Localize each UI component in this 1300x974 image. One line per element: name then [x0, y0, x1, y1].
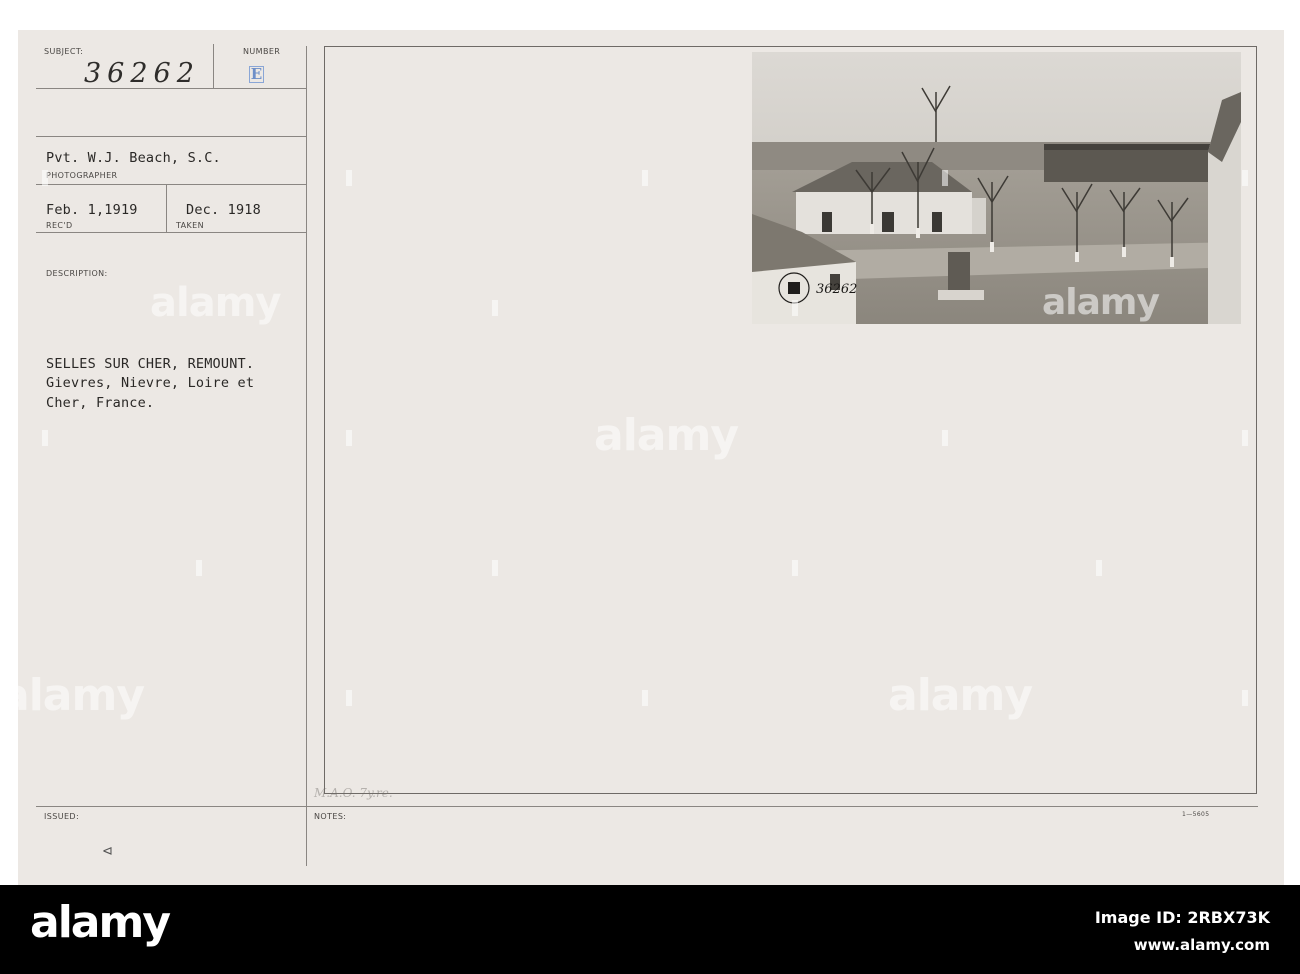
- watermark-tick: [942, 170, 948, 186]
- description-line-1: SELLES SUR CHER, REMOUNT.: [46, 356, 255, 372]
- footer-site: www.alamy.com: [1133, 936, 1270, 954]
- bottom-rule: [36, 806, 1258, 807]
- watermark-2: alamy: [594, 410, 739, 461]
- taken-date: Dec. 1918: [186, 202, 261, 218]
- watermark-tick: [1242, 690, 1248, 706]
- photographer-topline: [36, 136, 306, 137]
- watermark-tick: [346, 430, 352, 446]
- archival-photo: 36262: [752, 52, 1241, 324]
- description-line-3: Cher, France.: [46, 395, 155, 411]
- watermark-tick: [792, 560, 798, 576]
- watermark-tick: [1242, 430, 1248, 446]
- watermark-tick: [346, 690, 352, 706]
- watermark-3: alamy: [888, 670, 1033, 721]
- watermark-tick: [492, 560, 498, 576]
- watermark-1: alamy: [150, 280, 281, 326]
- photographer-underline: [36, 184, 306, 185]
- watermark-tick: [42, 170, 48, 186]
- pump-structure: [948, 252, 970, 292]
- left-column-divider: [306, 46, 307, 866]
- watermark-tick: [492, 300, 498, 316]
- watermark-tick: [1096, 560, 1102, 576]
- watermark-tick: [642, 170, 648, 186]
- footer-image-id: Image ID: 2RBX73K: [1094, 908, 1270, 927]
- number-label: NUMBER: [243, 47, 281, 56]
- corner-mark: ⊲: [102, 844, 113, 859]
- form-code: 1—5605: [1182, 811, 1210, 818]
- notes-label: NOTES:: [314, 812, 347, 821]
- number-letter-stamp: E: [249, 65, 264, 83]
- dates-underline: [36, 232, 306, 233]
- watermark-tick: [642, 690, 648, 706]
- date-divider: [166, 184, 167, 232]
- subject-label: SUBJECT:: [44, 47, 84, 56]
- subject-number-divider: [213, 44, 214, 88]
- taken-label: TAKEN: [176, 221, 205, 230]
- photographer-label: PHOTOGRAPHER: [46, 171, 118, 180]
- description-line-2: Gievres, Nievre, Loire et: [46, 375, 255, 391]
- watermark-tick: [942, 430, 948, 446]
- received-date: Feb. 1,1919: [46, 202, 138, 218]
- watermark-tick: [1242, 170, 1248, 186]
- photo-overlay-number: 36262: [816, 282, 858, 297]
- watermark-tick: [792, 300, 798, 316]
- issued-label: ISSUED:: [44, 812, 80, 821]
- watermark-tick: [196, 560, 202, 576]
- description-label: DESCRIPTION:: [46, 269, 108, 278]
- distant-barracks: [1044, 148, 1214, 182]
- subject-number: 36262: [84, 58, 200, 89]
- watermark-5: alamy: [1042, 282, 1160, 323]
- received-label: REC'D: [46, 221, 73, 230]
- watermark-tick: [346, 170, 352, 186]
- stock-footer: [0, 885, 1300, 974]
- watermark-4: alamy: [0, 670, 145, 721]
- footer-logo: alamy: [30, 897, 171, 948]
- watermark-tick: [42, 430, 48, 446]
- photographer-name: Pvt. W.J. Beach, S.C.: [46, 150, 221, 166]
